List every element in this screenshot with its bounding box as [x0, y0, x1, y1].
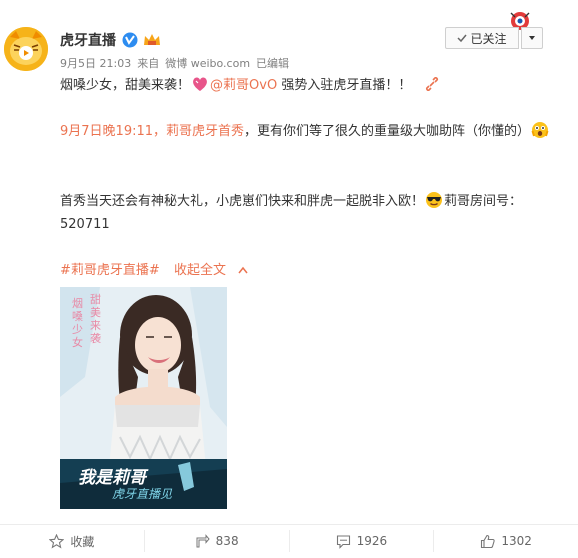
chevron-down-icon — [529, 36, 535, 40]
photo-banner-subtitle: 虎牙直播见 — [112, 487, 173, 501]
chevron-up-icon[interactable] — [238, 266, 248, 274]
like-count: 1302 — [501, 534, 532, 548]
avatar[interactable] — [4, 27, 48, 71]
check-icon — [457, 34, 468, 43]
more-menu-button[interactable] — [521, 27, 543, 49]
favorite-label: 收藏 — [70, 534, 95, 549]
text-segment: 首秀当天还会有神秘大礼，小虎崽们快来和胖虎一起脱非入欧！ — [60, 194, 425, 209]
like-icon — [481, 534, 496, 548]
edited-label[interactable]: 已编辑 — [256, 55, 289, 71]
follow-label: 已关注 — [470, 31, 507, 46]
author-name[interactable]: 虎牙直播 — [60, 30, 116, 50]
weibo-post-card: 虎牙直播 9月5日 21:03 来自 微博 weibo.com 已编辑 已关注 — [0, 0, 578, 558]
scared-emoji-icon — [531, 122, 549, 138]
comment-count: 1926 — [356, 534, 388, 548]
post-text-line-1: 烟嗓少女，甜美来袭！ @莉哥OvO 强势入驻虎牙直播！！ — [60, 74, 565, 97]
mention-link[interactable]: @莉哥OvO — [210, 78, 277, 93]
repost-button[interactable]: 838 — [143, 530, 289, 552]
event-link[interactable]: 9月7日晚19:11，莉哥虎牙首秀 — [60, 124, 244, 139]
text-segment: ，更有你们等了很久的重量级大咖助阵（你懂的） — [244, 124, 531, 139]
follow-button[interactable]: 已关注 — [445, 27, 519, 49]
text-segment: 烟嗓少女，甜美来袭！ — [60, 78, 191, 93]
repost-icon — [196, 533, 210, 547]
post-meta: 9月5日 21:03 来自 微博 weibo.com 已编辑 — [60, 55, 289, 71]
member-icon[interactable] — [142, 32, 162, 48]
tiger-avatar-icon — [4, 27, 48, 71]
star-icon — [49, 533, 65, 548]
post-date[interactable]: 9月5日 21:03 — [60, 55, 131, 71]
heart-emoji-icon — [193, 77, 207, 91]
text-segment: 强势入驻虎牙直播！！ — [277, 78, 412, 93]
source-prefix: 来自 — [137, 57, 160, 70]
hashtag-link[interactable]: #莉哥虎牙直播# — [60, 263, 160, 278]
repost-count: 838 — [215, 534, 239, 548]
sunglasses-emoji-icon — [426, 192, 443, 208]
comment-button[interactable]: 1926 — [288, 530, 434, 552]
post-source[interactable]: 微博 weibo.com — [165, 55, 250, 71]
verified-icon[interactable] — [122, 32, 138, 48]
like-button[interactable]: 1302 — [433, 530, 578, 552]
post-text-line-2: 9月7日晚19:11，莉哥虎牙首秀，更有你们等了很久的重量级大咖助阵（你懂的） — [60, 120, 565, 143]
author-row: 虎牙直播 — [60, 30, 162, 50]
hashtag-row: #莉哥虎牙直播# 收起全文 — [60, 259, 565, 282]
post-image[interactable]: 甜美来袭 烟嗓少女 我是莉哥 虎牙直播见 — [60, 287, 227, 509]
photo-side-text-2: 烟嗓少女 — [72, 297, 83, 349]
favorite-button[interactable]: 收藏 — [0, 530, 144, 552]
photo-side-text-1: 甜美来袭 — [90, 293, 101, 345]
link-icon[interactable] — [425, 77, 439, 91]
comment-icon — [336, 534, 350, 549]
post-text-line-3: 首秀当天还会有神秘大礼，小虎崽们快来和胖虎一起脱非入欧！ 莉哥房间号：52071… — [60, 190, 565, 236]
collapse-text-button[interactable]: 收起全文 — [174, 263, 226, 278]
post-action-bar: 收藏 838 1926 1302 — [0, 524, 578, 558]
